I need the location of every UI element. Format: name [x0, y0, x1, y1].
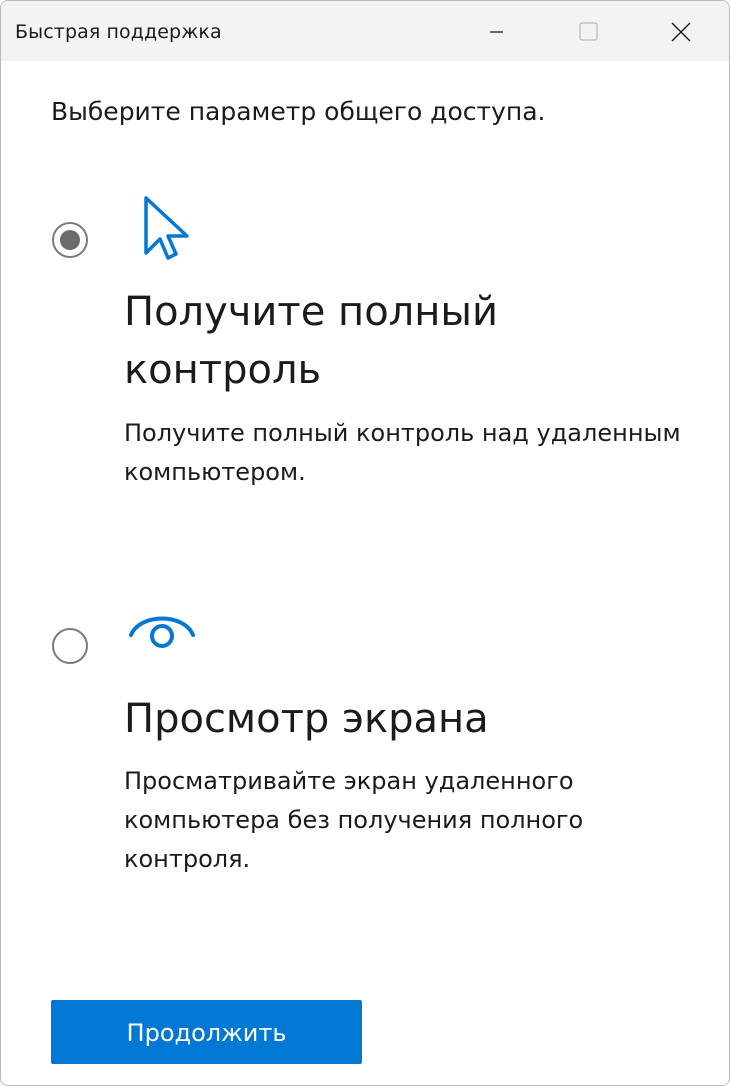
- share-option-prompt: Выберите параметр общего доступа.: [51, 97, 546, 126]
- window-title: Быстрая поддержка: [15, 21, 222, 43]
- radio-full-control[interactable]: [52, 222, 88, 258]
- quick-assist-window: Быстрая поддержка Выберите параметр обще…: [0, 0, 730, 1086]
- cursor-arrow-icon: [144, 196, 189, 260]
- minimize-icon: [490, 31, 503, 33]
- maximize-button[interactable]: [543, 1, 635, 61]
- content-area: Выберите параметр общего доступа. Получи…: [1, 61, 729, 1085]
- full-control-title: Получите полный контроль: [124, 289, 498, 393]
- title-bar[interactable]: Быстрая поддержка: [1, 1, 729, 61]
- minimize-button[interactable]: [451, 1, 543, 61]
- radio-selected-dot: [60, 230, 80, 250]
- eye-icon: [129, 616, 195, 648]
- view-screen-title: Просмотр экрана: [124, 696, 489, 742]
- close-button[interactable]: [635, 1, 727, 61]
- radio-view-screen[interactable]: [52, 628, 88, 664]
- full-control-description: Получите полный контроль над удаленным к…: [124, 419, 681, 486]
- view-screen-description: Просматривайте экран удаленного компьюте…: [124, 767, 584, 873]
- close-icon: [671, 22, 691, 42]
- maximize-icon: [579, 22, 598, 41]
- continue-button[interactable]: Продолжить: [51, 1000, 362, 1064]
